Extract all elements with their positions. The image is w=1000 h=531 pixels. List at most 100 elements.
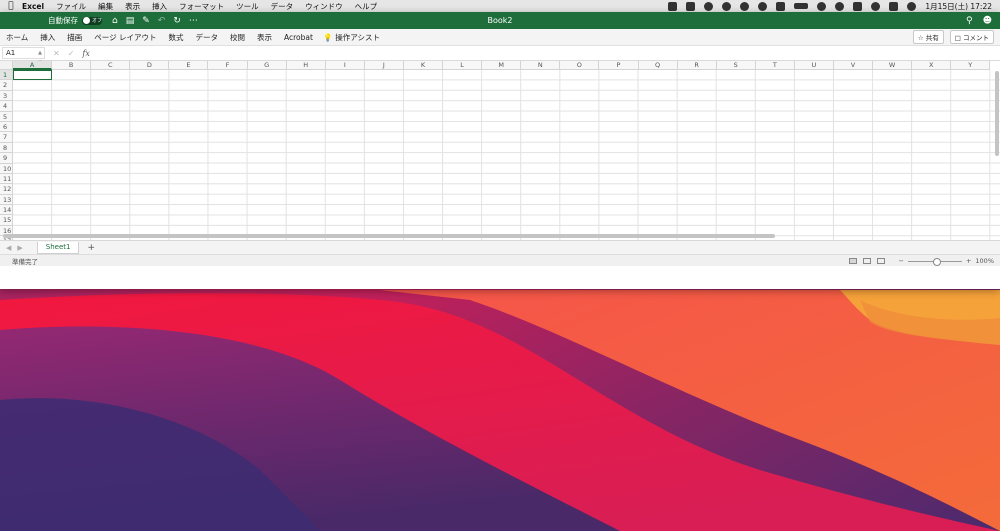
control-center-icon[interactable] [889,1,899,11]
creative-cloud-icon[interactable] [722,1,732,11]
row-header-13[interactable]: 13 [0,194,13,206]
menu-edit[interactable]: 編集 [98,1,113,12]
share-button[interactable]: ☆ 共有 [912,30,944,44]
spotlight-search-icon[interactable] [871,1,881,11]
cancel-entry-icon[interactable]: ✕ [53,49,60,58]
row-header-2[interactable]: 2 [0,80,13,91]
menu-file[interactable]: ファイル [56,1,86,12]
column-header-x[interactable]: X [912,61,952,70]
select-all-corner[interactable] [0,61,13,70]
menu-data[interactable]: データ [271,1,294,12]
row-header-1[interactable]: 1 [0,70,13,81]
row-header-14[interactable]: 14 [0,205,13,216]
horizontal-scrollbar[interactable] [3,234,775,238]
zoom-level[interactable]: 100% [975,257,994,265]
menu-tools[interactable]: ツール [236,1,259,12]
tab-review[interactable]: 校閲 [224,32,251,43]
column-header-u[interactable]: U [794,61,834,70]
row-header-15[interactable]: 15 [0,215,13,226]
zoom-slider[interactable] [907,257,962,266]
column-header-s[interactable]: S [716,61,756,70]
column-header-l[interactable]: L [443,61,483,70]
tab-draw[interactable]: 描画 [61,32,88,43]
column-header-m[interactable]: M [482,61,522,70]
cell-area[interactable] [13,70,1000,240]
column-header-a[interactable]: A [13,61,53,70]
save-icon[interactable]: ▤ [126,16,135,26]
zoom-slider-thumb[interactable] [932,257,941,266]
prev-sheet-icon[interactable]: ◀ [6,244,11,252]
account-icon[interactable]: ☻ [983,16,992,26]
more-icon[interactable]: ⋯ [189,16,198,26]
user-status-icon[interactable] [835,1,845,11]
tab-formulas[interactable]: 数式 [163,32,190,43]
menu-window[interactable]: ウィンドウ [305,1,343,12]
menu-help[interactable]: ヘルプ [355,1,378,12]
column-header-e[interactable]: E [169,61,209,70]
row-header-11[interactable]: 11 [0,173,13,185]
tab-insert[interactable]: 挿入 [34,32,61,43]
undo-icon[interactable]: ↶ [158,16,166,26]
page-layout-view-icon[interactable] [862,258,871,264]
tell-me-assist[interactable]: 💡 操作アシスト [319,32,380,43]
headphones-icon[interactable] [758,1,768,11]
app-menu-excel[interactable]: Excel [22,2,44,11]
vertical-scrollbar[interactable] [995,71,999,156]
row-header-5[interactable]: 5 [0,111,13,122]
play-status-icon[interactable] [740,1,750,11]
row-header-12[interactable]: 12 [0,184,13,195]
column-header-p[interactable]: P [599,61,639,70]
page-break-view-icon[interactable] [876,258,885,264]
row-header-7[interactable]: 7 [0,132,13,143]
clipboard-status-icon[interactable] [686,1,696,11]
menu-format[interactable]: フォーマット [179,1,224,12]
comment-button[interactable]: □ コメント [949,30,994,44]
wifi-icon[interactable] [817,1,827,11]
menu-bar-clock[interactable]: 1月15日(土) 17:22 [925,1,992,12]
redo-icon[interactable]: ↻ [173,16,181,26]
apple-menu-icon[interactable]:  [0,1,22,11]
search-icon[interactable]: ⚲ [966,16,973,26]
row-header-3[interactable]: 3 [0,90,13,102]
sheet-tab-sheet1[interactable]: Sheet1 [36,241,80,254]
row-header-4[interactable]: 4 [0,101,13,112]
zoom-out-button[interactable]: − [899,257,904,265]
globe-status-icon[interactable] [704,1,714,11]
zoom-in-button[interactable]: + [966,257,971,265]
confirm-entry-icon[interactable]: ✓ [68,49,75,58]
menu-view[interactable]: 表示 [125,1,140,12]
tab-home[interactable]: ホーム [0,32,34,43]
row-header-6[interactable]: 6 [0,121,13,133]
battery-icon[interactable] [794,3,809,9]
column-header-j[interactable]: J [364,61,404,70]
column-header-v[interactable]: V [833,61,874,70]
normal-view-icon[interactable] [848,258,857,264]
name-box[interactable]: A1 ▲▼ [2,47,45,66]
active-cell-a1[interactable] [13,70,52,81]
display-status-icon[interactable] [853,1,863,11]
column-header-c[interactable]: C [91,61,131,70]
autosave-control[interactable]: 自動保存 オフ [48,15,102,26]
insert-function-icon[interactable]: fx [82,49,89,58]
row-header-10[interactable]: 10 [0,163,13,174]
add-sheet-button[interactable]: + [87,243,95,253]
column-header-i[interactable]: I [325,61,365,70]
column-header-b[interactable]: B [52,61,92,70]
column-header-f[interactable]: F [208,61,248,70]
home-icon[interactable]: ⌂ [112,16,118,26]
tab-data[interactable]: データ [190,32,225,43]
column-header-o[interactable]: O [560,61,600,70]
column-header-t[interactable]: T [755,61,795,70]
bluetooth-icon[interactable] [776,1,786,11]
formula-input[interactable] [90,47,1000,59]
column-header-h[interactable]: H [286,61,326,70]
acrobat-status-icon[interactable] [668,1,678,11]
column-header-n[interactable]: N [521,61,561,70]
tab-page-layout[interactable]: ページ レイアウト [88,32,162,43]
row-header-9[interactable]: 9 [0,153,13,164]
column-header-q[interactable]: Q [638,61,678,70]
tab-view[interactable]: 表示 [251,32,278,43]
column-header-r[interactable]: R [677,61,717,70]
autosave-toggle[interactable]: オフ [82,16,102,25]
tab-acrobat[interactable]: Acrobat [278,33,319,42]
